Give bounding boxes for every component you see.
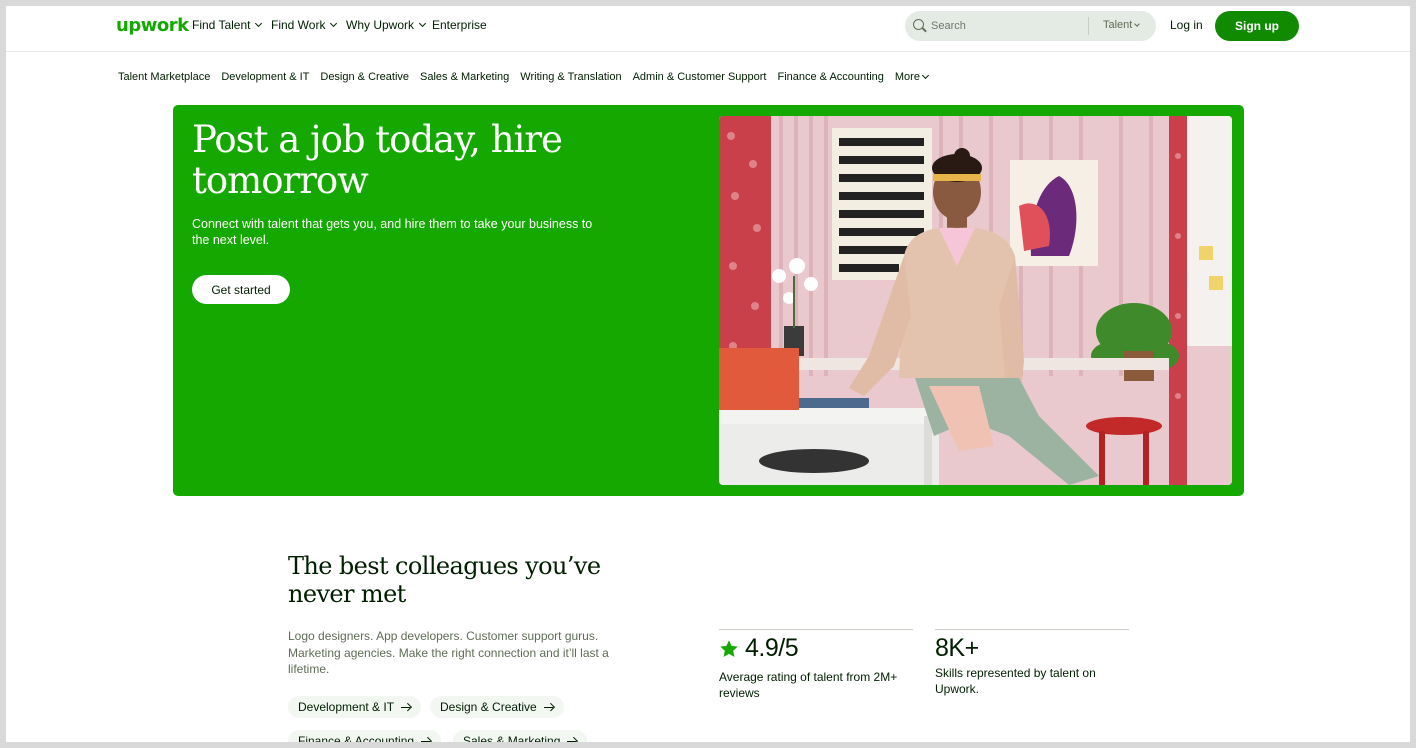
top-navigation: upwork Find Talent Find Work Why Upwork … bbox=[6, 6, 1410, 52]
pill-development-it[interactable]: Development & IT bbox=[288, 696, 422, 718]
stat-skills: 8K+ bbox=[935, 634, 979, 663]
category-sales-marketing[interactable]: Sales & Marketing bbox=[420, 69, 509, 85]
category-more[interactable]: More bbox=[894, 69, 929, 85]
search-scope-dropdown[interactable]: Talent bbox=[1103, 19, 1141, 31]
nav-enterprise[interactable]: Enterprise bbox=[432, 18, 487, 32]
login-link[interactable]: Log in bbox=[1170, 18, 1203, 32]
nav-find-talent-label: Find Talent bbox=[192, 18, 251, 32]
nav-why-upwork[interactable]: Why Upwork bbox=[346, 18, 427, 32]
pill-label: Development & IT bbox=[298, 700, 395, 714]
nav-enterprise-label: Enterprise bbox=[432, 18, 487, 32]
nav-find-work-label: Find Work bbox=[271, 18, 326, 32]
category-more-label: More bbox=[894, 71, 920, 83]
pill-design-creative[interactable]: Design & Creative bbox=[430, 696, 564, 718]
chevron-down-icon bbox=[921, 71, 929, 80]
chevron-down-icon bbox=[418, 19, 427, 28]
hero-subtitle: Connect with talent that gets you, and h… bbox=[192, 217, 593, 247]
category-development-it[interactable]: Development & IT bbox=[221, 69, 309, 85]
category-finance-accounting[interactable]: Finance & Accounting bbox=[777, 69, 883, 85]
signup-button[interactable]: Sign up bbox=[1215, 11, 1299, 41]
nav-find-work[interactable]: Find Work bbox=[271, 18, 338, 32]
stat-skills-description: Skills represented by talent on Upwork. bbox=[935, 666, 1096, 696]
category-design-creative[interactable]: Design & Creative bbox=[320, 69, 409, 85]
category-admin-support[interactable]: Admin & Customer Support bbox=[633, 69, 767, 85]
category-navigation: Talent Marketplace Development & IT Desi… bbox=[118, 69, 929, 85]
nav-find-talent[interactable]: Find Talent bbox=[192, 18, 263, 32]
category-talent-marketplace[interactable]: Talent Marketplace bbox=[118, 69, 210, 85]
search-input[interactable] bbox=[931, 17, 1081, 35]
colleagues-title: The best colleagues you’ve never met bbox=[288, 552, 601, 608]
get-started-button[interactable]: Get started bbox=[192, 275, 290, 304]
arrow-right-icon bbox=[543, 703, 554, 711]
stat-skills-value: 8K+ bbox=[935, 634, 979, 662]
hero-illustration bbox=[719, 116, 1232, 485]
stat-rating-description: Average rating of talent from 2M+ review… bbox=[719, 670, 898, 700]
search-scope-label: Talent bbox=[1103, 19, 1133, 31]
stat-rating-value: 4.9/5 bbox=[745, 634, 799, 662]
hero-photo bbox=[719, 116, 1232, 485]
arrow-right-icon bbox=[567, 737, 577, 742]
star-icon bbox=[720, 639, 738, 657]
pill-label: Design & Creative bbox=[440, 700, 537, 714]
chevron-down-icon bbox=[1134, 20, 1141, 27]
pill-label: Finance & Accounting bbox=[298, 734, 415, 742]
category-writing-translation[interactable]: Writing & Translation bbox=[520, 69, 621, 85]
hero-banner: Post a job today, hire tomorrow Connect … bbox=[173, 105, 1244, 496]
stat-divider bbox=[935, 629, 1129, 630]
search-icon[interactable] bbox=[913, 19, 924, 30]
search-divider bbox=[1088, 17, 1089, 35]
browser-viewport: upwork Find Talent Find Work Why Upwork … bbox=[6, 6, 1410, 742]
pill-finance-accounting[interactable]: Finance & Accounting bbox=[288, 730, 442, 742]
colleagues-description: Logo designers. App developers. Customer… bbox=[288, 629, 609, 676]
stat-divider bbox=[719, 629, 913, 630]
upwork-logo[interactable]: upwork bbox=[116, 15, 189, 36]
arrow-right-icon bbox=[401, 703, 411, 711]
pill-label: Sales & Marketing bbox=[463, 734, 561, 742]
chevron-down-icon bbox=[330, 19, 338, 28]
nav-why-upwork-label: Why Upwork bbox=[346, 18, 415, 32]
hero-title: Post a job today, hire tomorrow bbox=[192, 118, 563, 202]
chevron-down-icon bbox=[255, 19, 263, 28]
arrow-right-icon bbox=[421, 737, 431, 742]
pill-sales-marketing[interactable]: Sales & Marketing bbox=[453, 730, 588, 742]
search-bar: Talent bbox=[905, 11, 1156, 41]
stat-rating: 4.9/5 bbox=[719, 634, 799, 663]
